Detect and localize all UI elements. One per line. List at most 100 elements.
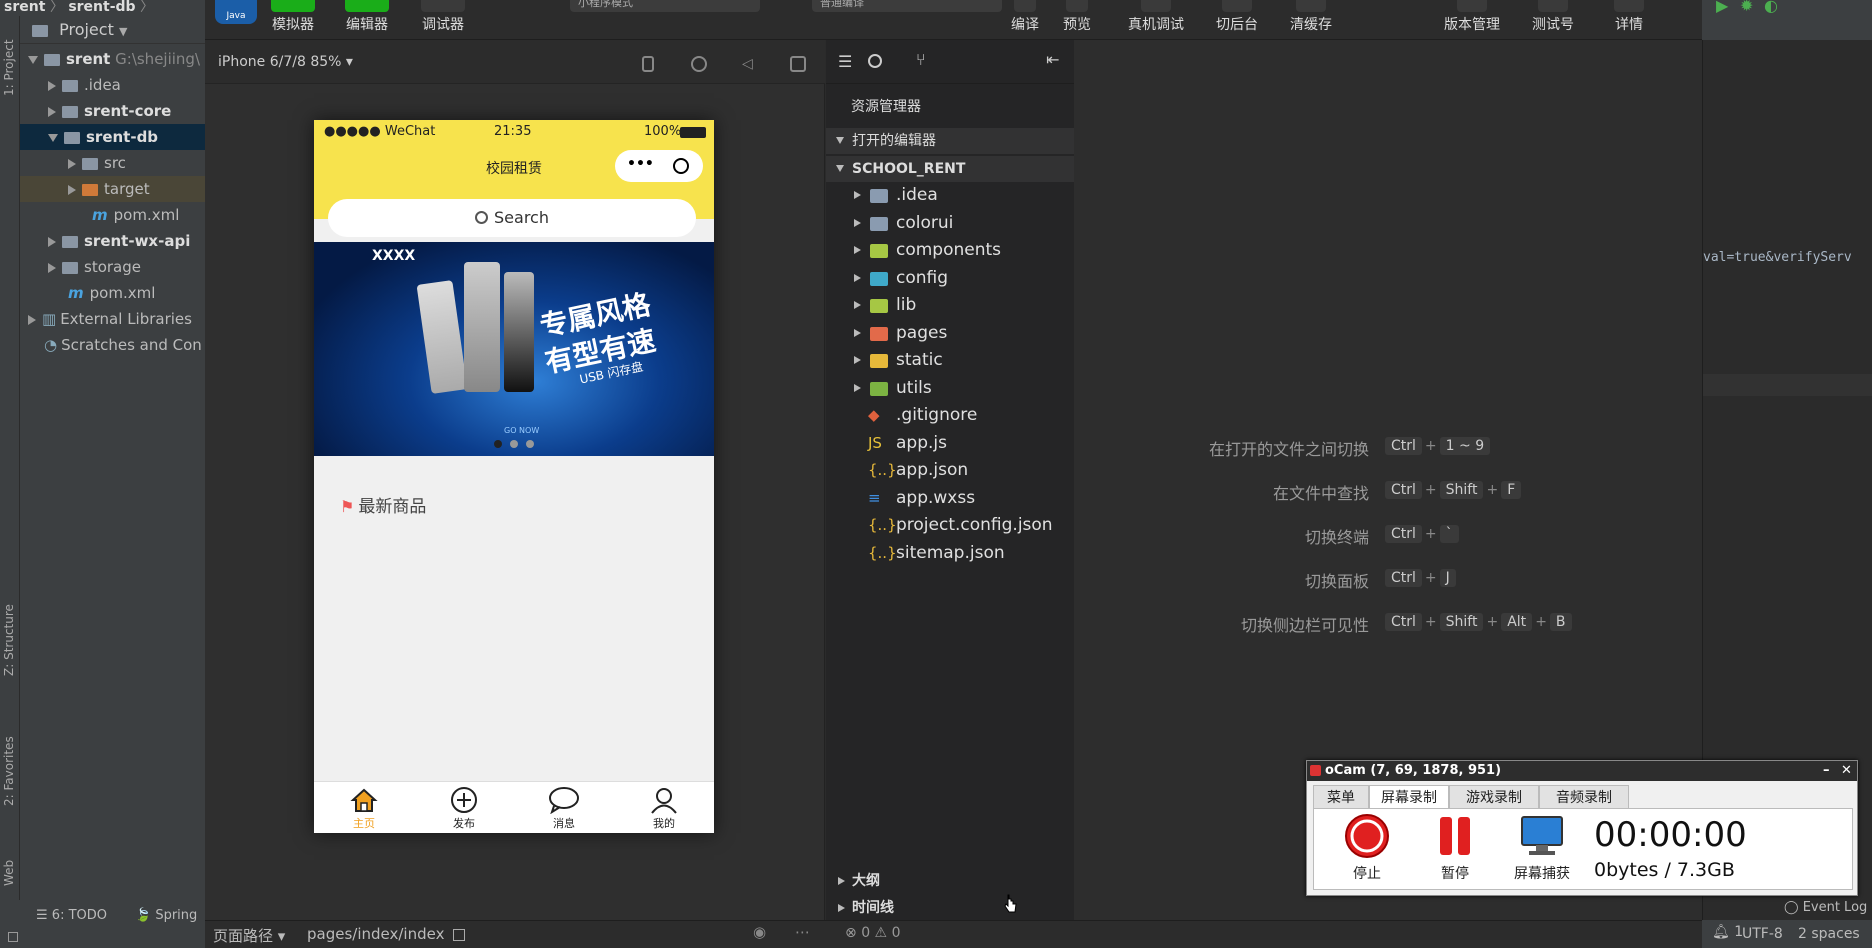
pause-button[interactable]: 暂停 bbox=[1420, 813, 1490, 883]
tree-item-srent-wx-api[interactable]: srent-wx-api bbox=[20, 228, 205, 254]
stop-button[interactable]: 停止 bbox=[1332, 813, 1402, 883]
favorites-tool-tab[interactable]: 2: Favorites bbox=[2, 736, 16, 806]
expand-arrow-icon[interactable] bbox=[48, 80, 56, 91]
structure-tool-tab[interactable]: Z: Structure bbox=[2, 604, 16, 676]
explorer-item[interactable]: components bbox=[826, 237, 1074, 264]
test-account-button[interactable]: 测试号 bbox=[1528, 0, 1578, 34]
tab-publish[interactable]: 发布 bbox=[414, 786, 514, 831]
search-input[interactable]: Search bbox=[328, 199, 696, 237]
breadcrumb-module[interactable]: srent-db bbox=[68, 0, 135, 15]
explorer-item[interactable]: colorui bbox=[826, 210, 1074, 237]
eye-icon[interactable]: ◉ bbox=[753, 923, 766, 941]
layout-icon[interactable] bbox=[8, 932, 18, 942]
bell-icon[interactable]: 🔔︎ 1 bbox=[1712, 924, 1743, 940]
version-button[interactable]: 版本管理 bbox=[1440, 0, 1504, 34]
collapse-arrow-icon[interactable] bbox=[48, 133, 58, 142]
project-panel-header[interactable]: Project ▼ bbox=[20, 16, 205, 44]
explorer-item[interactable]: {..} app.json bbox=[826, 457, 1074, 484]
tree-item-srent[interactable]: srent G:\shejiing\ bbox=[20, 46, 205, 72]
more-icon[interactable]: ⋯ bbox=[795, 923, 810, 941]
record-icon[interactable] bbox=[691, 56, 707, 72]
swiper-dot[interactable] bbox=[510, 440, 518, 448]
encoding-label[interactable]: UTF-8 bbox=[1742, 926, 1783, 942]
page-path-select[interactable]: 页面路径 ▾ bbox=[213, 925, 285, 946]
open-editors-section[interactable]: 打开的编辑器 bbox=[826, 128, 1074, 154]
more-icon[interactable]: ••• bbox=[627, 156, 654, 172]
expand-arrow-icon[interactable] bbox=[854, 383, 861, 392]
tree-item-src[interactable]: src bbox=[20, 150, 205, 176]
ocam-tab-game-record[interactable]: 游戏录制 bbox=[1449, 785, 1539, 809]
coverage-icon[interactable]: ◐ bbox=[1764, 0, 1778, 15]
tab-home[interactable]: 主页 bbox=[314, 786, 414, 831]
ocam-titlebar[interactable]: oCam (7, 69, 1878, 951) – ✕ bbox=[1307, 761, 1857, 781]
tree-item-root-pom[interactable]: m pom.xml bbox=[20, 280, 205, 306]
explorer-item[interactable]: {..} project.config.json bbox=[826, 512, 1074, 539]
device-select[interactable]: iPhone 6/7/8 85% ▾ bbox=[218, 54, 353, 70]
expand-arrow-icon[interactable] bbox=[854, 218, 861, 227]
swiper-dot[interactable] bbox=[526, 440, 534, 448]
minimize-icon[interactable]: – bbox=[1823, 761, 1830, 781]
explorer-item[interactable]: utils bbox=[826, 375, 1074, 402]
explorer-list-icon[interactable]: ☰ bbox=[838, 52, 852, 71]
capsule-menu[interactable]: ••• bbox=[615, 150, 703, 182]
run-icon[interactable]: ▶ bbox=[1716, 0, 1728, 15]
clear-cache-button[interactable]: 清缓存 bbox=[1286, 0, 1336, 34]
git-branch-icon[interactable]: ⑂ bbox=[916, 50, 926, 69]
indent-label[interactable]: 2 spaces bbox=[1798, 926, 1860, 942]
expand-arrow-icon[interactable] bbox=[854, 356, 861, 364]
problems-indicator[interactable]: ⊗ 0 ⚠ 0 bbox=[845, 925, 900, 941]
expand-arrow-icon[interactable] bbox=[854, 191, 861, 199]
banner-swiper[interactable]: XXXX 专属风格 有型有速 USB 闪存盘 GO NOW bbox=[314, 242, 714, 456]
todo-tab[interactable]: ☰ 6: TODO bbox=[36, 908, 107, 923]
tree-item-scratches[interactable]: ◔ Scratches and Con bbox=[20, 332, 205, 358]
collapse-panel-icon[interactable]: ⇤ bbox=[1046, 50, 1059, 69]
volume-icon[interactable]: ◁ bbox=[742, 56, 758, 72]
tree-item-storage[interactable]: storage bbox=[20, 254, 205, 280]
preview-button[interactable]: 预览 bbox=[1054, 0, 1100, 34]
expand-arrow-icon[interactable] bbox=[854, 273, 861, 282]
expand-arrow-icon[interactable] bbox=[28, 55, 38, 64]
phone-simulator[interactable]: ●●●●● WeChat 21:35 100% 校园租赁 ••• Search … bbox=[314, 120, 714, 833]
search-icon[interactable] bbox=[868, 54, 882, 68]
expand-arrow-icon[interactable] bbox=[48, 106, 56, 117]
breadcrumb-root[interactable]: srent bbox=[4, 0, 45, 15]
ocam-tab-screen-record[interactable]: 屏幕录制 bbox=[1369, 785, 1449, 809]
tab-mine[interactable]: 我的 bbox=[614, 786, 714, 831]
expand-arrow-icon[interactable] bbox=[48, 262, 56, 273]
details-button[interactable]: 详情 bbox=[1604, 0, 1654, 34]
debug-icon[interactable]: ✹ bbox=[1740, 0, 1753, 15]
explorer-item[interactable]: {..} sitemap.json bbox=[826, 540, 1074, 567]
explorer-item[interactable]: ◆ .gitignore bbox=[826, 402, 1074, 429]
close-target-icon[interactable] bbox=[673, 158, 689, 174]
explorer-item[interactable]: .idea bbox=[826, 182, 1074, 209]
event-log-tab[interactable]: ◯ Event Log bbox=[1784, 900, 1867, 915]
explorer-item[interactable]: lib bbox=[826, 292, 1074, 319]
popout-icon[interactable] bbox=[790, 56, 806, 72]
explorer-item[interactable]: pages bbox=[826, 320, 1074, 347]
debugger-button[interactable]: 调试器 bbox=[418, 0, 468, 34]
web-tool-tab[interactable]: Web bbox=[2, 860, 16, 886]
tab-messages[interactable]: 消息 bbox=[514, 786, 614, 831]
copy-icon[interactable] bbox=[453, 929, 465, 941]
expand-arrow-icon[interactable] bbox=[68, 184, 76, 195]
explorer-item[interactable]: JS app.js bbox=[826, 430, 1074, 457]
timeline-section[interactable]: 时间线 bbox=[826, 895, 1074, 921]
expand-arrow-icon[interactable] bbox=[68, 158, 76, 169]
tree-item-idea[interactable]: .idea bbox=[20, 72, 205, 98]
compile-select[interactable]: 普通编译 bbox=[812, 0, 1002, 12]
explorer-item[interactable]: config bbox=[826, 265, 1074, 292]
explorer-item[interactable]: static bbox=[826, 347, 1074, 374]
project-avatar[interactable]: Java bbox=[215, 0, 257, 24]
mode-select[interactable]: 小程序模式 bbox=[570, 0, 760, 12]
tree-item-srent-core[interactable]: srent-core bbox=[20, 98, 205, 124]
background-button[interactable]: 切后台 bbox=[1212, 0, 1262, 34]
screen-capture-button[interactable]: 屏幕捕获 bbox=[1500, 813, 1584, 883]
tree-item-target[interactable]: target bbox=[20, 176, 205, 202]
ocam-tab-audio-record[interactable]: 音频录制 bbox=[1539, 785, 1629, 809]
editor-button[interactable]: 编辑器 bbox=[342, 0, 392, 34]
compile-button[interactable]: 编译 bbox=[1002, 0, 1048, 34]
outline-section[interactable]: 大纲 bbox=[826, 868, 1074, 894]
explorer-item[interactable]: ≡ app.wxss bbox=[826, 485, 1074, 512]
spring-tab[interactable]: 🍃 Spring bbox=[135, 908, 197, 923]
expand-arrow-icon[interactable] bbox=[854, 246, 861, 254]
